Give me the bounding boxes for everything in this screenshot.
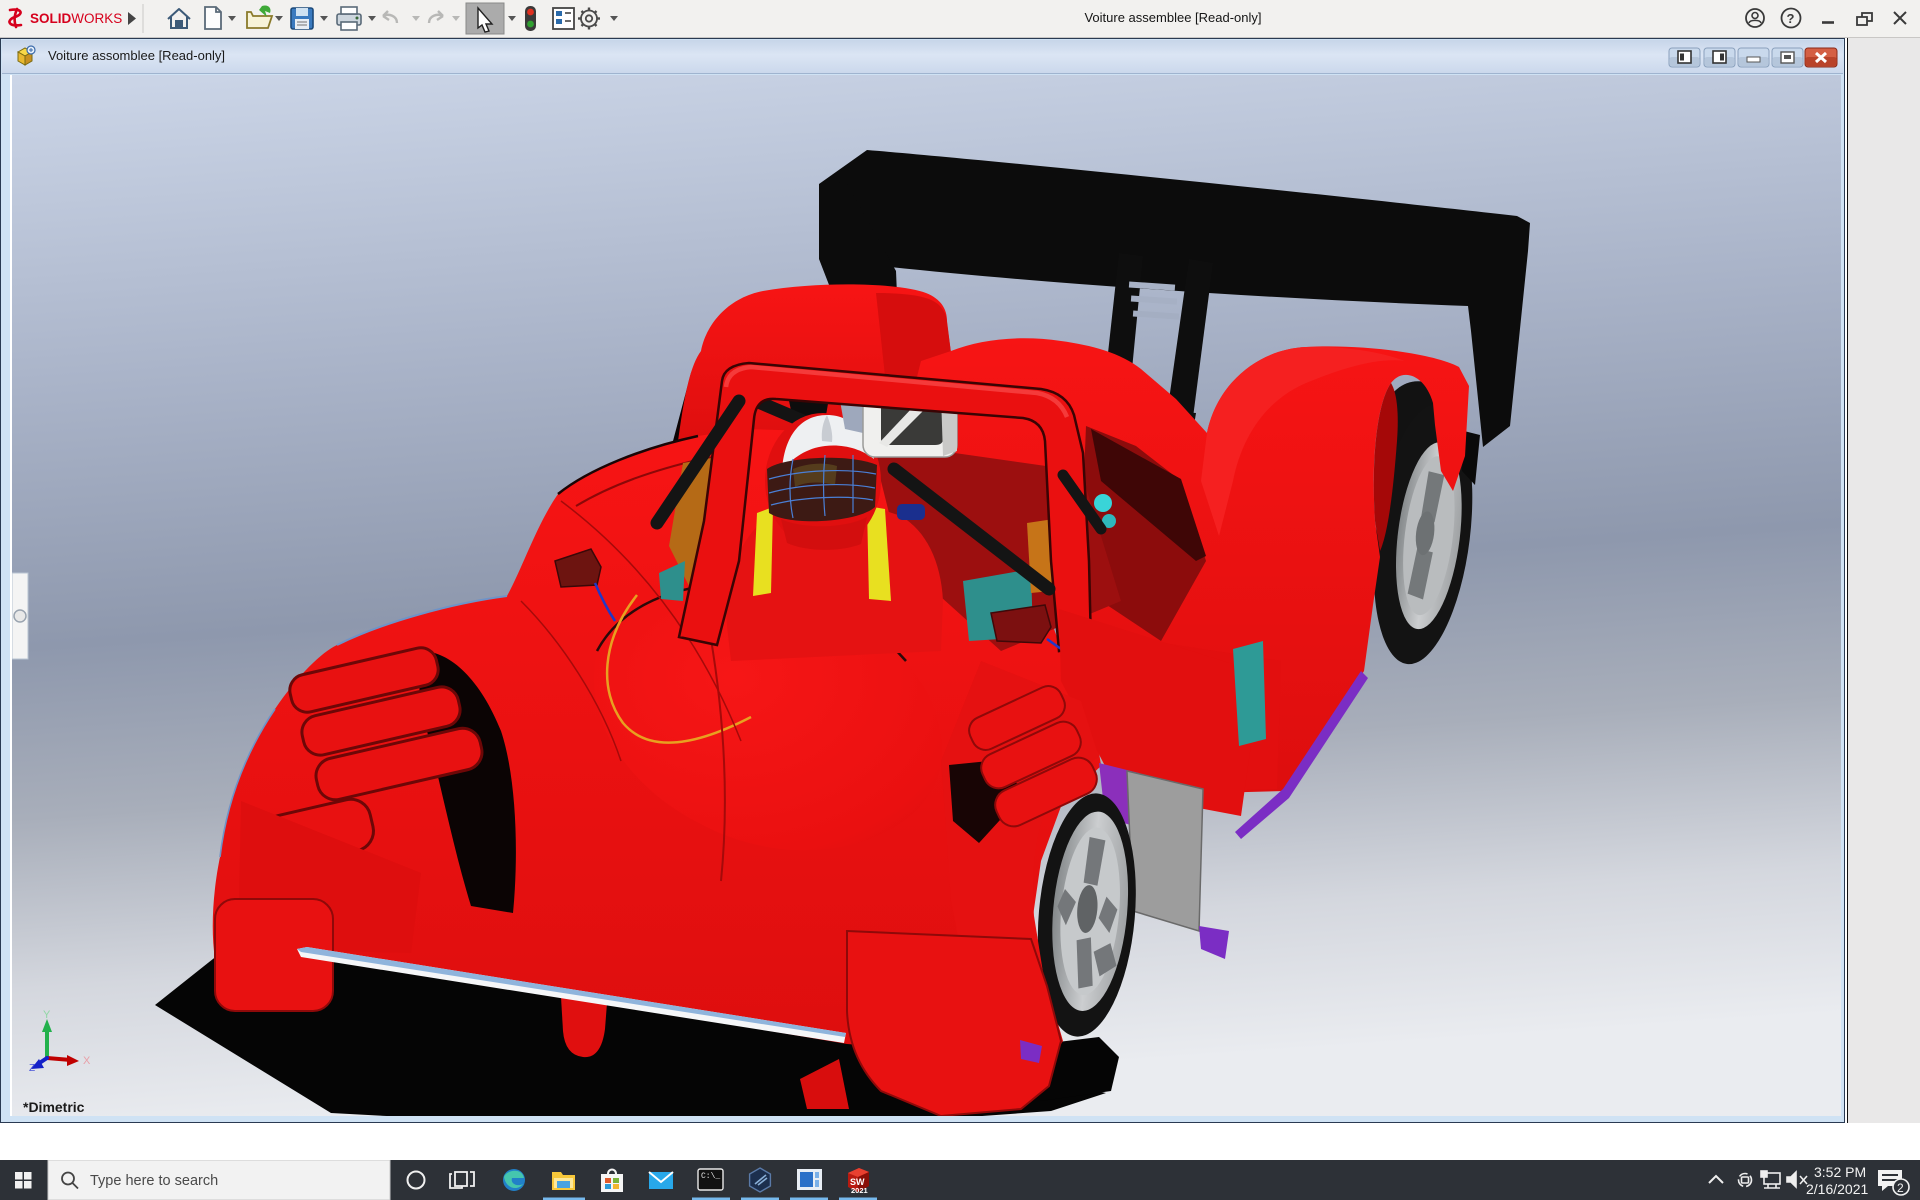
- svg-text:C:\_: C:\_: [701, 1172, 720, 1181]
- svg-text:2/16/2021: 2/16/2021: [1806, 1181, 1868, 1197]
- svg-text:X: X: [83, 1055, 91, 1067]
- svg-text:SOLIDWORKS: SOLIDWORKS: [30, 11, 122, 26]
- svg-text:2: 2: [1897, 1181, 1904, 1195]
- svg-text:*Dimetric: *Dimetric: [23, 1099, 85, 1115]
- svg-text:2021: 2021: [851, 1186, 868, 1195]
- svg-text:Z: Z: [29, 1063, 35, 1074]
- svg-text:Type here to search: Type here to search: [90, 1173, 218, 1189]
- svg-text:3:52 PM: 3:52 PM: [1814, 1164, 1866, 1180]
- svg-text:Y: Y: [43, 1009, 51, 1021]
- svg-text:?: ?: [1787, 11, 1795, 26]
